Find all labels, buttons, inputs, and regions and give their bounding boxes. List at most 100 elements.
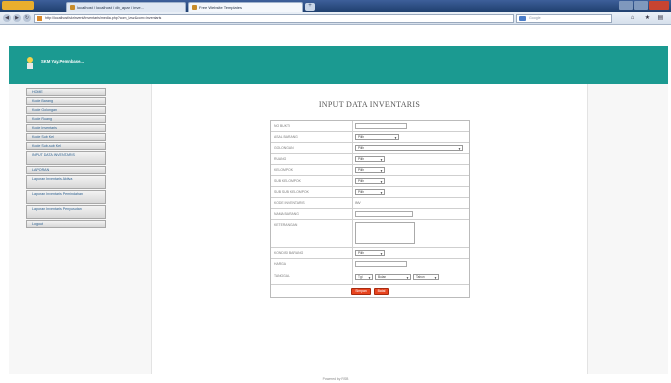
home-icon[interactable]: ⌂ bbox=[628, 14, 637, 23]
sub-kelompok-select[interactable]: Pilih ▼ bbox=[355, 178, 385, 184]
select-value: Pilih bbox=[358, 146, 365, 150]
tab-favicon-icon bbox=[192, 5, 197, 10]
sidebar-item-input-data[interactable]: INPUT DATA INVENTARIS bbox=[26, 151, 106, 165]
sidebar-item-label: Kode Barang bbox=[32, 99, 53, 103]
form-row-kondisi-barang: KONDISI BARANG Pilih ▼ bbox=[271, 248, 469, 259]
asal-barang-select[interactable]: Pilih ▼ bbox=[355, 134, 399, 140]
tanggal-day-select[interactable]: Tgl ▼ bbox=[355, 274, 373, 280]
chevron-down-icon: ▼ bbox=[380, 180, 383, 184]
select-value: Pilih bbox=[358, 168, 365, 172]
chevron-down-icon: ▼ bbox=[368, 276, 371, 280]
select-value: Pilih bbox=[358, 190, 365, 194]
field-label: KETERANGAN bbox=[274, 223, 298, 227]
window-controls bbox=[619, 1, 669, 10]
sidebar-item-label: Kode Golongan bbox=[32, 108, 57, 112]
form-row-nama-barang: NAMA BARANG bbox=[271, 209, 469, 220]
back-icon[interactable]: ◀ bbox=[3, 14, 11, 22]
menu-icon[interactable]: ▤ bbox=[656, 14, 665, 23]
field-label: RUANG bbox=[274, 157, 287, 161]
select-value: Pilih bbox=[358, 179, 365, 183]
sidebar-item-kode-sub-kel[interactable]: Kode Sub Kel bbox=[26, 133, 106, 141]
new-tab-button[interactable]: + bbox=[305, 3, 315, 11]
sidebar-item-label: Laporan Inventaris Aktiva bbox=[32, 177, 73, 181]
chevron-down-icon: ▼ bbox=[406, 276, 409, 280]
sub-sub-kelompok-select[interactable]: Pilih ▼ bbox=[355, 189, 385, 195]
batal-button[interactable]: Batal bbox=[374, 288, 389, 295]
web-page: SKM Yay.Pemnbase... HOME Kode Barang Kod… bbox=[0, 26, 671, 383]
url-bar[interactable]: http://localhost/skrinvent/inventaris/me… bbox=[34, 14, 514, 23]
tanggal-year-select[interactable]: Tahun ▼ bbox=[413, 274, 439, 280]
sidebar-item-label: Kode Sub Kel bbox=[32, 135, 54, 139]
harga-input[interactable] bbox=[355, 261, 407, 267]
sidebar-item-label: Kode Ruang bbox=[32, 117, 52, 121]
form-row-no-bukti: NO BUKTI bbox=[271, 121, 469, 132]
search-placeholder: Google bbox=[529, 16, 541, 20]
select-value: Bulan bbox=[378, 275, 387, 279]
chevron-down-icon: ▼ bbox=[458, 147, 461, 151]
tab-favicon-icon bbox=[70, 5, 75, 10]
close-window-button[interactable] bbox=[649, 1, 669, 10]
tab-free-website-templates[interactable]: Free Website Templates bbox=[188, 2, 303, 12]
sidebar-item-home[interactable]: HOME bbox=[26, 88, 106, 96]
browser-tabbar: localhost / localhost / db_apar / inve..… bbox=[0, 0, 671, 12]
ruang-select[interactable]: Pilih ▼ bbox=[355, 156, 385, 162]
sidebar-item-laporan-aktiva[interactable]: Laporan Inventaris Aktiva bbox=[26, 175, 106, 189]
form-row-keterangan: KETERANGAN bbox=[271, 220, 469, 248]
chevron-down-icon: ▼ bbox=[380, 252, 383, 256]
sidebar-item-label: Logout bbox=[32, 222, 43, 226]
minimize-button[interactable] bbox=[619, 1, 633, 10]
form-row-kelompok: KELOMPOK Pilih ▼ bbox=[271, 165, 469, 176]
page-footer: Powered by RSB bbox=[322, 377, 349, 381]
site-favicon-icon bbox=[37, 16, 42, 21]
tab-label: Free Website Templates bbox=[199, 5, 242, 10]
url-text: http://localhost/skrinvent/inventaris/me… bbox=[45, 16, 162, 20]
no-bukti-input[interactable] bbox=[355, 123, 407, 129]
forward-icon[interactable]: ▶ bbox=[13, 14, 21, 22]
sidebar-item-label: HOME bbox=[32, 90, 43, 94]
logo-icon bbox=[27, 57, 33, 69]
simpan-button[interactable]: Simpan bbox=[351, 288, 371, 295]
bookmark-icon[interactable]: ★ bbox=[643, 14, 652, 23]
chevron-down-icon: ▼ bbox=[434, 276, 437, 280]
nama-barang-input[interactable] bbox=[355, 211, 413, 217]
chevron-down-icon: ▼ bbox=[380, 169, 383, 173]
golongan-select[interactable]: Pilih ▼ bbox=[355, 145, 463, 151]
tab-phpmyadmin[interactable]: localhost / localhost / db_apar / inve..… bbox=[66, 2, 186, 12]
sidebar-item-kode-inventaris[interactable]: Kode Inventaris bbox=[26, 124, 106, 132]
search-input[interactable]: Google bbox=[516, 14, 612, 23]
field-label: ASAL BARANG bbox=[274, 135, 298, 139]
field-label: KONDISI BARANG bbox=[274, 251, 304, 255]
form-row-sub-sub-kelompok: SUB SUB KELOMPOK Pilih ▼ bbox=[271, 187, 469, 198]
field-label: GOLONGAN bbox=[274, 146, 294, 150]
reload-icon[interactable]: ↻ bbox=[23, 14, 31, 22]
sidebar-item-kode-golongan[interactable]: Kode Golongan bbox=[26, 106, 106, 114]
form-row-ruang: RUANG Pilih ▼ bbox=[271, 154, 469, 165]
select-value: Tgl bbox=[358, 275, 363, 279]
firefox-menu-button[interactable] bbox=[2, 1, 34, 10]
field-label: SUB SUB KELOMPOK bbox=[274, 190, 309, 194]
tanggal-month-select[interactable]: Bulan ▼ bbox=[375, 274, 411, 280]
site-header: SKM Yay.Pemnbase... bbox=[9, 46, 668, 84]
chevron-down-icon: ▼ bbox=[380, 191, 383, 195]
sidebar-item-laporan-pemindahan[interactable]: Laporan Inventaris Pemindahan bbox=[26, 190, 106, 204]
tanggal-selects: Tgl ▼ Bulan ▼ Tahun ▼ bbox=[355, 274, 439, 280]
sidebar-item-kode-ruang[interactable]: Kode Ruang bbox=[26, 115, 106, 123]
field-label: KODE INVENTARIS bbox=[274, 201, 305, 205]
sidebar-item-kode-sub-sub-kel[interactable]: Kode Sub-sub Kel bbox=[26, 142, 106, 150]
sidebar-item-logout[interactable]: Logout bbox=[26, 220, 106, 228]
sidebar-item-label: Laporan Inventaris Penyusutan bbox=[32, 207, 82, 211]
sidebar-item-label: Laporan Inventaris Pemindahan bbox=[32, 192, 83, 196]
form-buttons: Simpan Batal bbox=[271, 285, 469, 297]
form-row-kode-inventaris: KODE INVENTARIS INV bbox=[271, 198, 469, 209]
kondisi-barang-select[interactable]: Pilih ▼ bbox=[355, 250, 385, 256]
site-title: SKM Yay.Pemnbase... bbox=[41, 59, 84, 64]
sidebar-item-laporan[interactable]: LAPORAN bbox=[26, 166, 106, 174]
maximize-button[interactable] bbox=[634, 1, 648, 10]
keterangan-textarea[interactable] bbox=[355, 222, 415, 244]
sidebar-item-label: Kode Sub-sub Kel bbox=[32, 144, 61, 148]
google-icon bbox=[519, 16, 526, 21]
sidebar-item-kode-barang[interactable]: Kode Barang bbox=[26, 97, 106, 105]
field-label: KELOMPOK bbox=[274, 168, 294, 172]
sidebar-item-laporan-penyusutan[interactable]: Laporan Inventaris Penyusutan bbox=[26, 205, 106, 219]
kelompok-select[interactable]: Pilih ▼ bbox=[355, 167, 385, 173]
